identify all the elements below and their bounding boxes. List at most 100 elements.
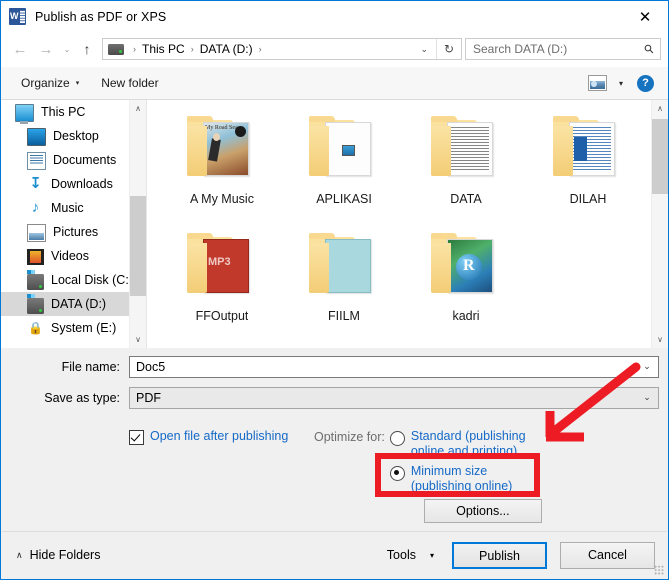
sidebar-item-videos[interactable]: Videos: [1, 244, 146, 268]
forward-icon[interactable]: →: [33, 36, 59, 62]
sidebar-item-local-disk-c[interactable]: Local Disk (C:): [1, 268, 146, 292]
sidebar-item-downloads[interactable]: ↧ Downloads: [1, 172, 146, 196]
publish-as-pdf-dialog: Publish as PDF or XPS ✕ ← → ⌄ ↑ › This P…: [0, 0, 669, 580]
sidebar-item-desktop[interactable]: Desktop: [1, 124, 146, 148]
options-row: Open file after publishing Optimize for:…: [1, 429, 668, 523]
radio-standard-label: Standard (publishing online and printing…: [410, 429, 526, 458]
search-input[interactable]: [466, 41, 638, 57]
harddrive-icon: [27, 270, 44, 290]
list-item[interactable]: DILAH: [527, 108, 649, 225]
sidebar-item-system-e[interactable]: 🔒 System (E:): [1, 316, 146, 340]
scroll-down-icon[interactable]: ∨: [130, 331, 146, 348]
sidebar-item-label: Downloads: [51, 177, 113, 191]
options-button[interactable]: Options...: [423, 499, 542, 523]
search-icon[interactable]: ⚲: [636, 36, 661, 61]
close-button[interactable]: ✕: [622, 1, 668, 32]
chevron-down-icon[interactable]: ⌄: [412, 44, 436, 55]
address-bar[interactable]: › This PC › DATA (D:) › ⌄ ↻: [102, 38, 462, 60]
optimize-for-label: Optimize for:: [314, 430, 385, 444]
back-icon[interactable]: ←: [7, 36, 33, 62]
checkbox-icon[interactable]: [129, 430, 144, 445]
scroll-down-icon[interactable]: ∨: [652, 331, 668, 348]
pictures-icon: [27, 223, 46, 242]
scrollbar-thumb[interactable]: [130, 196, 146, 296]
list-item[interactable]: DATA: [405, 108, 527, 225]
scroll-up-icon[interactable]: ∧: [652, 100, 668, 117]
sidebar-item-this-pc[interactable]: This PC: [1, 100, 146, 124]
file-name: DATA: [450, 192, 482, 206]
dialog-footer: ∧ Hide Folders Tools ▾ Publish Cancel: [2, 531, 667, 578]
optimize-for-group: Optimize for: Standard (publishing onlin…: [314, 429, 545, 523]
file-list-pane[interactable]: My Road Sea A My Music APLIKASI DATA DIL…: [146, 100, 668, 348]
sidebar-item-label: This PC: [41, 105, 86, 119]
file-name: FIILM: [328, 309, 360, 323]
save-as-type-select[interactable]: PDF ⌄: [129, 386, 659, 409]
folder-mp3-icon: 3 MP3: [183, 229, 261, 299]
open-after-publishing-checkbox[interactable]: Open file after publishing: [129, 429, 314, 523]
cancel-button[interactable]: Cancel: [560, 541, 655, 569]
sidebar-scrollbar[interactable]: ∧ ∨: [129, 100, 146, 348]
sidebar-item-label: Documents: [53, 153, 117, 167]
chevron-down-icon[interactable]: ⌄: [636, 361, 658, 372]
locked-drive-icon: 🔒: [28, 321, 43, 335]
refresh-icon[interactable]: ↻: [436, 39, 461, 59]
save-as-type-row: Save as type: PDF ⌄: [1, 385, 668, 410]
list-item[interactable]: My Road Sea A My Music: [161, 108, 283, 225]
folder-blue-doc-icon: [549, 112, 627, 182]
list-item[interactable]: 4 FIILM: [283, 225, 405, 342]
breadcrumb-this-pc[interactable]: This PC: [141, 42, 186, 56]
radio-standard[interactable]: Standard (publishing online and printing…: [389, 429, 545, 459]
organize-label: Organize: [21, 76, 70, 90]
open-after-publishing-label: Open file after publishing: [150, 429, 289, 443]
list-item[interactable]: APLIKASI: [283, 108, 405, 225]
documents-icon: [27, 151, 46, 170]
file-name: APLIKASI: [316, 192, 372, 206]
chevron-down-icon[interactable]: ⌄: [636, 392, 658, 403]
sidebar-item-label: DATA (D:): [51, 297, 107, 311]
file-list-scrollbar[interactable]: ∧ ∨: [651, 100, 668, 348]
footer-actions: Tools ▾ Publish Cancel: [387, 541, 655, 569]
radio-icon[interactable]: [389, 466, 405, 481]
drive-icon: [108, 43, 124, 55]
tools-button[interactable]: Tools ▾: [387, 548, 434, 562]
folder-docs-icon: [427, 112, 505, 182]
chevron-down-icon[interactable]: ▾: [619, 79, 623, 88]
publish-button[interactable]: Publish: [452, 541, 547, 569]
up-icon[interactable]: ↑: [75, 36, 99, 62]
breadcrumb-separator: ›: [190, 44, 194, 54]
file-name: FFOutput: [195, 309, 249, 323]
list-item[interactable]: 3 MP3 FFOutput: [161, 225, 283, 342]
hide-folders-label: Hide Folders: [29, 548, 101, 562]
file-name-label: File name:: [61, 359, 120, 374]
list-item[interactable]: R kadri: [405, 225, 527, 342]
scroll-up-icon[interactable]: ∧: [130, 100, 146, 117]
resize-grip[interactable]: [654, 565, 664, 575]
radio-minimum-size[interactable]: Minimum size (publishing online): [389, 464, 545, 494]
recent-locations-icon[interactable]: ⌄: [59, 36, 75, 62]
desktop-icon: [27, 128, 46, 146]
title-bar: Publish as PDF or XPS ✕: [1, 1, 668, 32]
help-icon[interactable]: ?: [637, 74, 654, 92]
file-name-input[interactable]: Doc5 ⌄: [129, 355, 659, 378]
command-bar-right: ▾ ?: [587, 74, 658, 92]
navigation-bar: ← → ⌄ ↑ › This PC › DATA (D:) › ⌄ ↻ ⚲: [1, 32, 668, 66]
radio-minimum-size-label: Minimum size (publishing online): [410, 464, 513, 493]
breadcrumb-separator: ›: [133, 44, 136, 54]
sidebar-item-music[interactable]: ♪ Music: [1, 196, 146, 220]
downloads-icon: ↧: [29, 175, 42, 192]
sidebar-item-pictures[interactable]: Pictures: [1, 220, 146, 244]
new-folder-button[interactable]: New folder: [95, 71, 164, 95]
sidebar-item-label: Pictures: [53, 225, 99, 239]
pc-icon: [15, 103, 34, 124]
sidebar-item-documents[interactable]: Documents: [1, 148, 146, 172]
hide-folders-button[interactable]: ∧ Hide Folders: [16, 548, 100, 562]
scrollbar-thumb[interactable]: [652, 119, 668, 194]
sidebar-item-data-d[interactable]: DATA (D:): [1, 292, 146, 316]
change-view-icon[interactable]: [587, 75, 607, 91]
breadcrumb-data-d[interactable]: DATA (D:): [199, 42, 254, 56]
sidebar-item-label: Local Disk (C:): [51, 273, 133, 287]
sidebar-item-label: Music: [51, 201, 84, 215]
radio-icon[interactable]: [389, 431, 405, 446]
search-box[interactable]: ⚲: [465, 38, 661, 60]
organize-button[interactable]: Organize ▾: [15, 71, 85, 95]
